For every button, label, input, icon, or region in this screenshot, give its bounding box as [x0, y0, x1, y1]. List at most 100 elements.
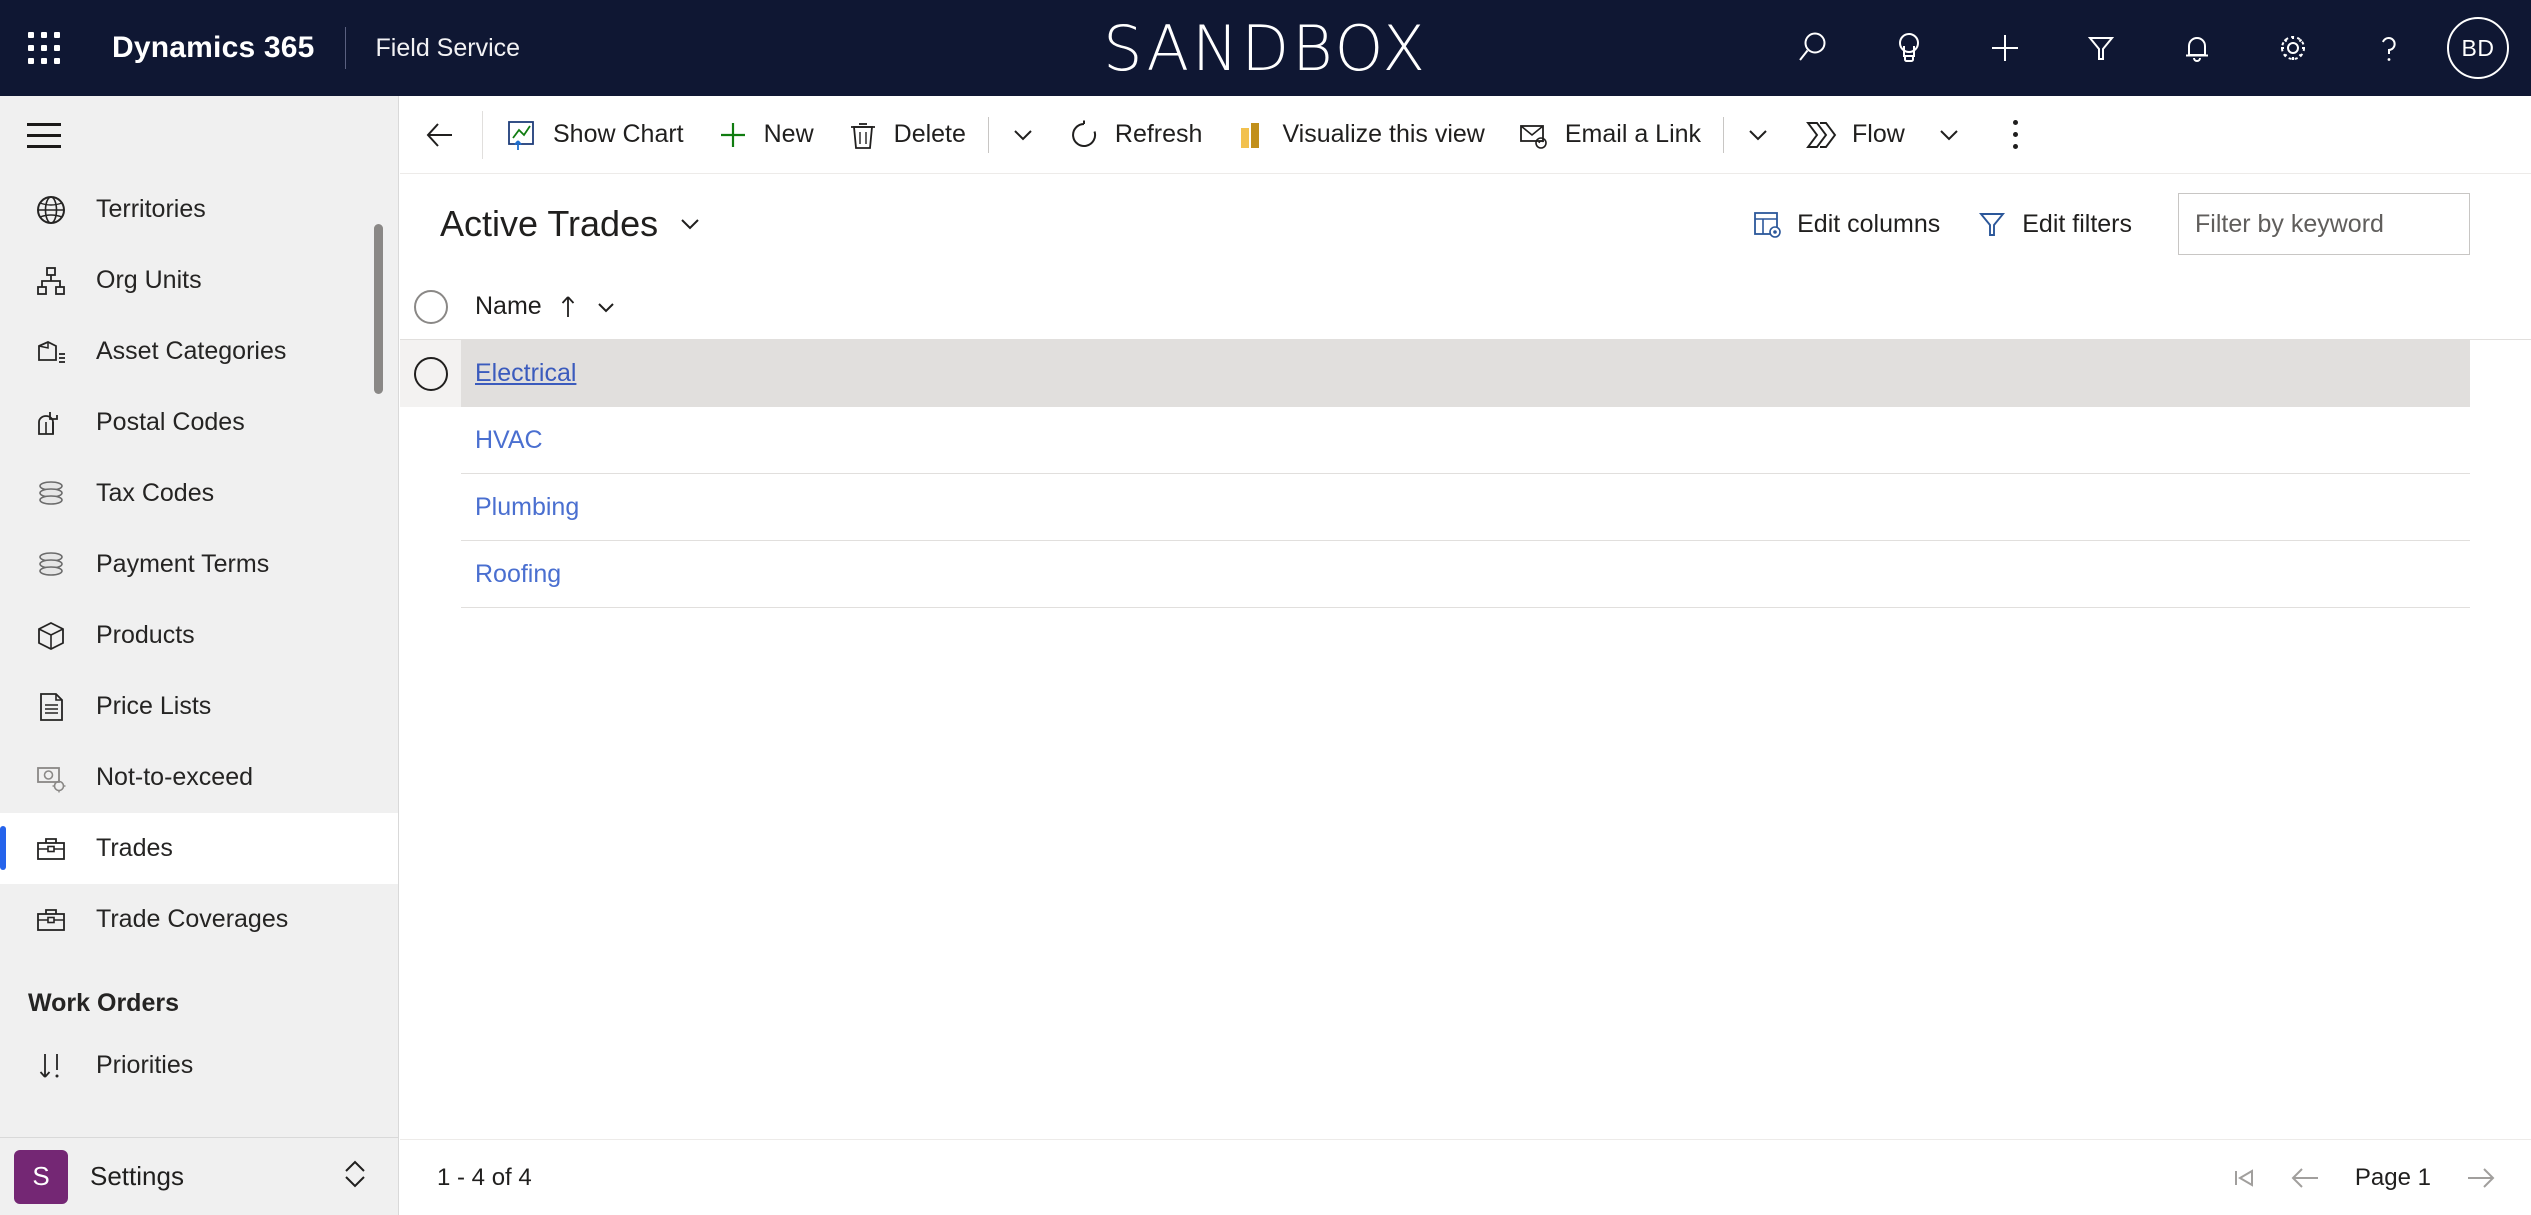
- bar-chart-gold-icon: [1241, 122, 1260, 148]
- sidebar-item-label: Postal Codes: [96, 408, 245, 436]
- pagination: Page 1: [2213, 1147, 2531, 1209]
- filter-funnel-icon: [2087, 37, 2115, 60]
- area-switcher-button[interactable]: S Settings: [0, 1137, 398, 1215]
- keyword-filter-field[interactable]: [2178, 193, 2470, 255]
- flow-more-button[interactable]: [1921, 96, 1977, 174]
- column-header-name[interactable]: Name: [461, 292, 618, 321]
- table-row[interactable]: HVAC: [400, 407, 2470, 474]
- org-chart-icon: [28, 264, 74, 298]
- sidebar-item-payment-terms[interactable]: Payment Terms: [0, 529, 398, 600]
- arrow-left-icon: [426, 122, 452, 147]
- view-actions: Edit columns Edit filters: [1733, 192, 2531, 256]
- sidebar-item-trade-coverages[interactable]: Trade Coverages: [0, 884, 398, 955]
- refresh-icon: [1072, 120, 1096, 147]
- command-bar-divider: [482, 110, 483, 159]
- edit-columns-button[interactable]: Edit columns: [1733, 192, 1958, 256]
- flow-button[interactable]: Flow: [1786, 96, 1921, 174]
- header-divider: [344, 27, 346, 69]
- row-divider: [461, 607, 2470, 608]
- sidebar-item-postal-codes[interactable]: Postal Codes: [0, 387, 398, 458]
- table-row[interactable]: Electrical: [400, 340, 2470, 407]
- app-name[interactable]: Field Service: [376, 34, 521, 63]
- edit-filters-button[interactable]: Edit filters: [1958, 192, 2150, 256]
- email-link-button[interactable]: Email a Link: [1501, 96, 1717, 174]
- visualize-view-button[interactable]: Visualize this view: [1218, 96, 1500, 174]
- page-first-icon: [2234, 1168, 2253, 1187]
- mailbox-icon: [28, 406, 74, 440]
- area-switcher-label: Settings: [90, 1161, 184, 1191]
- sidebar-item-price-lists[interactable]: Price Lists: [0, 671, 398, 742]
- assistant-button[interactable]: [1861, 0, 1957, 96]
- sidebar-item-org-units[interactable]: Org Units: [0, 245, 398, 316]
- back-button[interactable]: [404, 96, 476, 174]
- table-row[interactable]: Plumbing: [400, 474, 2470, 541]
- sidebar: Territories Org Units Asset Categories P…: [0, 96, 399, 1215]
- email-link-icon: [1519, 124, 1547, 149]
- delete-button[interactable]: Delete: [830, 96, 982, 174]
- sidebar-item-asset-categories[interactable]: Asset Categories: [0, 316, 398, 387]
- trash-icon: [850, 122, 875, 149]
- chevron-down-icon[interactable]: [594, 295, 618, 319]
- row-checkbox[interactable]: [413, 356, 448, 391]
- sidebar-item-not-to-exceed[interactable]: Not-to-exceed: [0, 742, 398, 813]
- search-icon: [1799, 32, 1826, 61]
- sidebar-item-label: Not-to-exceed: [96, 763, 254, 791]
- sidebar-item-label: Products: [96, 621, 195, 649]
- sidebar-item-label: Payment Terms: [96, 550, 270, 578]
- delete-more-button[interactable]: [995, 96, 1051, 174]
- view-selector[interactable]: Active Trades: [440, 203, 704, 245]
- sidebar-item-tax-codes[interactable]: Tax Codes: [0, 458, 398, 529]
- table-row[interactable]: Roofing: [400, 541, 2470, 608]
- sidebar-item-products[interactable]: Products: [0, 600, 398, 671]
- previous-page-button[interactable]: [2275, 1147, 2337, 1209]
- refresh-button[interactable]: Refresh: [1051, 96, 1219, 174]
- row-select-cell[interactable]: [400, 407, 461, 474]
- app-launcher-button[interactable]: [0, 0, 88, 96]
- select-all-checkbox[interactable]: [413, 289, 448, 324]
- record-link[interactable]: Roofing: [475, 560, 561, 588]
- select-all-cell[interactable]: [400, 274, 461, 339]
- sidebar-item-trades[interactable]: Trades: [0, 813, 398, 884]
- command-overflow-button[interactable]: [1985, 96, 2047, 174]
- sitemap-toggle-button[interactable]: [0, 96, 88, 174]
- notifications-button[interactable]: [2149, 0, 2245, 96]
- record-link[interactable]: Plumbing: [475, 493, 579, 521]
- visualize-view-label: Visualize this view: [1282, 120, 1485, 148]
- row-select-cell[interactable]: [400, 474, 461, 541]
- package-box-icon: [28, 619, 74, 653]
- search-button[interactable]: [1765, 0, 1861, 96]
- refresh-label: Refresh: [1114, 120, 1203, 148]
- filter-button[interactable]: [2053, 0, 2149, 96]
- avatar[interactable]: BD: [2447, 17, 2509, 79]
- quick-create-button[interactable]: [1957, 0, 2053, 96]
- record-link[interactable]: HVAC: [475, 426, 543, 454]
- row-select-cell[interactable]: [400, 541, 461, 608]
- sidebar-item-territories[interactable]: Territories: [0, 174, 398, 245]
- chevron-down-icon: [1014, 129, 1032, 140]
- row-name-cell: Electrical: [461, 359, 576, 388]
- brand-title[interactable]: Dynamics 365: [112, 31, 315, 65]
- page-indicator: Page 1: [2354, 1163, 2431, 1191]
- settings-button[interactable]: [2245, 0, 2341, 96]
- first-page-button[interactable]: [2213, 1147, 2275, 1209]
- arrow-up-icon: [556, 293, 580, 321]
- document-list-icon: [28, 690, 74, 724]
- email-link-more-button[interactable]: [1730, 96, 1786, 174]
- area-badge: S: [14, 1149, 68, 1204]
- sidebar-item-label: Trades: [96, 834, 173, 862]
- new-button[interactable]: New: [700, 96, 830, 174]
- command-bar: Show Chart New Delete Refresh Visualize …: [400, 96, 2531, 174]
- sidebar-item-priorities[interactable]: Priorities: [0, 1030, 398, 1101]
- show-chart-button[interactable]: Show Chart: [489, 96, 700, 174]
- search-input[interactable]: [2195, 194, 2453, 254]
- record-link[interactable]: Electrical: [475, 359, 576, 387]
- row-select-cell[interactable]: [400, 340, 461, 407]
- view-toolbar: Active Trades Edit columns Edit filters …: [400, 174, 2531, 274]
- main-content: Show Chart New Delete Refresh Visualize …: [400, 96, 2531, 1215]
- sidebar-item-label: Org Units: [96, 266, 202, 294]
- hamburger-menu-icon: [27, 122, 61, 148]
- help-button[interactable]: [2341, 0, 2437, 96]
- database-stack-icon: [28, 477, 74, 511]
- app-header: Dynamics 365 Field Service SANDBOX BD: [0, 0, 2531, 96]
- next-page-button[interactable]: [2449, 1147, 2511, 1209]
